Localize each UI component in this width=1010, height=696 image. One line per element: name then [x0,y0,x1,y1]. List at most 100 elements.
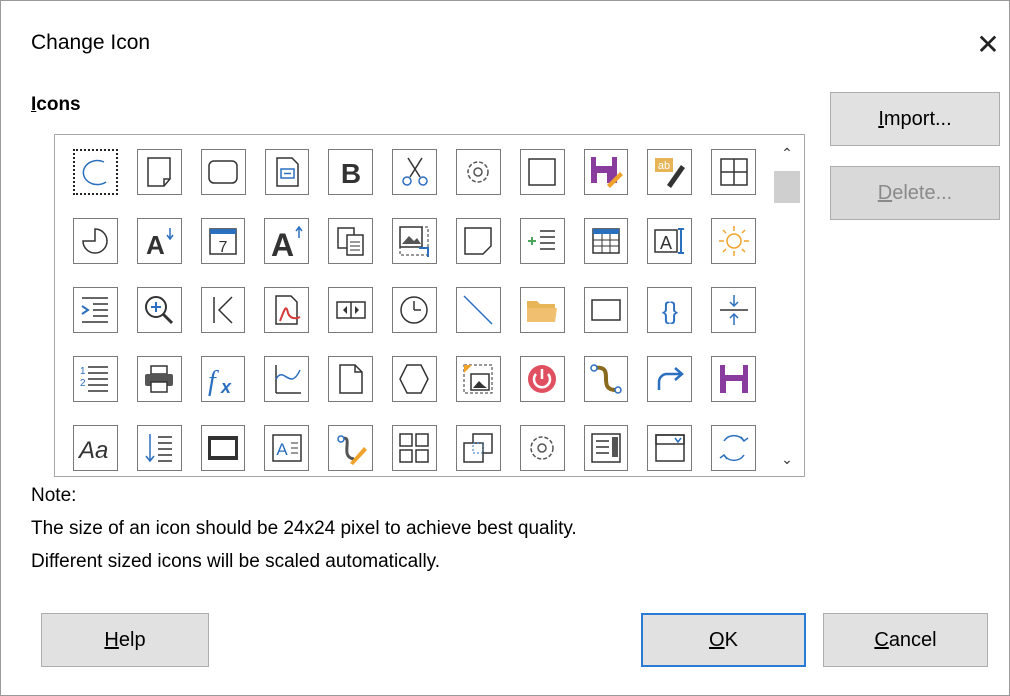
redo-icon[interactable] [647,356,693,402]
paste-icon[interactable] [328,218,374,264]
note-line-2: Different sized icons will be scaled aut… [31,551,441,572]
svg-text:x: x [220,377,232,396]
icon-grid: B ab A 7 A A {} 1 2 f x Aa A [73,149,775,494]
text-edit-icon[interactable]: ab [647,149,693,195]
icon-grid-row: A 7 A A [73,218,775,264]
rectangle-icon[interactable] [583,287,629,333]
formula-icon[interactable]: fx [200,356,246,402]
font-grow-icon[interactable]: A [264,218,310,264]
note-line-1: The size of an icon should be 24x24 pixe… [31,518,577,539]
sun-icon[interactable] [711,218,756,264]
icons-section-label: Icons [31,94,81,116]
table-icon[interactable] [583,218,629,264]
cancel-button[interactable]: Cancel [823,613,988,667]
insert-list-icon[interactable] [519,218,565,264]
image-crop-icon[interactable] [392,218,437,264]
svg-text:A: A [660,233,672,253]
delete-button[interactable]: Delete... [830,166,1000,220]
dialog-title: Change Icon [31,31,151,54]
film-frame-icon[interactable] [200,425,246,471]
table-border-icon[interactable] [711,149,756,195]
print-icon[interactable] [136,356,182,402]
font-shrink-icon[interactable]: A [136,218,182,264]
help-button[interactable]: Help [41,613,209,667]
cancel-label: ancel [888,628,937,651]
compress-icon[interactable] [711,287,756,333]
pie-icon[interactable] [73,218,118,264]
font-style-icon[interactable]: Aa [73,425,118,471]
svg-text:f: f [208,366,219,396]
svg-text:B: B [341,158,361,189]
page-icon[interactable] [136,149,182,195]
first-page-icon[interactable] [200,287,246,333]
power-icon[interactable] [519,356,565,402]
arc-icon[interactable] [73,149,118,195]
close-icon[interactable]: ✕ [966,19,1010,69]
icons-label-rest: cons [36,94,81,115]
delete-label: elete... [892,181,953,204]
rotate-icon[interactable] [711,425,756,471]
edit-points-icon[interactable] [264,356,310,402]
insert-image-icon[interactable] [455,356,501,402]
scroll-up-icon[interactable]: ⌃ [775,141,799,165]
layout-icon[interactable] [392,425,437,471]
text-field-icon[interactable]: A [647,218,693,264]
ok-button[interactable]: OK [641,613,806,667]
ok-label: K [724,628,738,651]
cut-icon[interactable] [392,149,437,195]
svg-text:2: 2 [80,378,86,389]
svg-text:A: A [146,230,165,258]
folder-icon[interactable] [519,287,565,333]
import-label: mport... [883,107,952,130]
delete-mnemonic: D [877,181,893,204]
braces-icon[interactable]: {} [647,287,693,333]
pdf-icon[interactable] [264,287,310,333]
help-mnemonic: H [104,628,119,651]
svg-text:A: A [276,440,288,459]
calendar-icon[interactable]: 7 [200,218,246,264]
svg-text:ab: ab [658,160,670,172]
svg-text:A: A [271,227,294,258]
help-label: elp [118,628,146,651]
ok-mnemonic: O [709,628,725,651]
line-icon[interactable] [455,287,501,333]
bezier-icon[interactable] [583,356,629,402]
icon-grid-row: B ab [73,149,775,195]
numbered-list-icon[interactable]: 12 [73,356,118,402]
rounded-rect-icon[interactable] [200,149,246,195]
hexagon-icon[interactable] [392,356,437,402]
scrollbar-thumb[interactable] [774,171,800,203]
svg-text:Aa: Aa [78,437,108,464]
blank-page-icon[interactable] [328,356,374,402]
clock-icon[interactable] [392,287,437,333]
svg-text:7: 7 [219,239,228,256]
import-button[interactable]: Import... [830,92,1000,146]
combobox-icon[interactable] [647,425,693,471]
gear-icon[interactable] [455,149,501,195]
field-icon[interactable] [264,149,310,195]
settings-icon[interactable] [519,425,565,471]
svg-text:{}: {} [662,298,678,325]
cancel-mnemonic: C [874,628,889,651]
change-icon-dialog: Change Icon ✕ Icons B ab A 7 A A {} 1 2 … [0,0,1010,696]
icon-grid-row: 12 fx [73,356,775,402]
edit-curve-icon[interactable] [328,425,374,471]
scroll-down-icon[interactable]: ⌄ [775,447,799,471]
columns-icon[interactable] [328,287,374,333]
zoom-in-icon[interactable] [136,287,182,333]
sort-icon[interactable] [136,425,182,471]
bold-icon[interactable]: B [328,149,374,195]
form-icon[interactable] [583,425,629,471]
title-bar: Change Icon ✕ [1,1,1009,79]
text-box-icon[interactable]: A [264,425,310,471]
duplicate-icon[interactable] [455,425,501,471]
indent-icon[interactable] [73,287,118,333]
note-icon[interactable] [455,218,501,264]
icon-grid-row: Aa A [73,425,775,471]
note-heading: Note: [31,485,77,506]
save-icon[interactable] [711,356,756,402]
icon-grid-row: {} [73,287,775,333]
square-icon[interactable] [519,149,565,195]
svg-text:1: 1 [80,366,86,377]
save-edit-icon[interactable] [583,149,629,195]
